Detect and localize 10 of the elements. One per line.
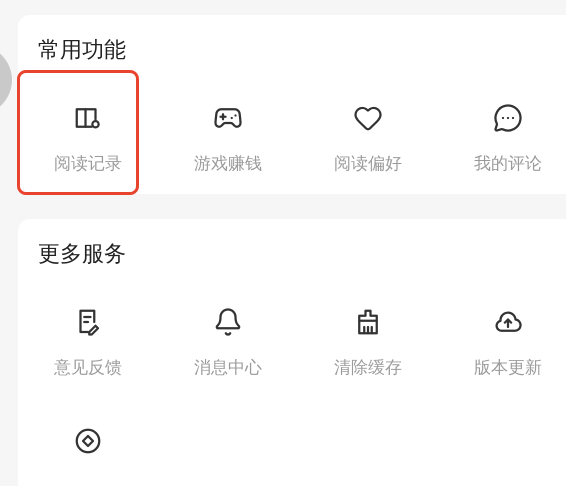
menu-item-label[interactable]: 游戏赚钱 [194,153,262,175]
menu-item-label[interactable]: 清除缓存 [334,357,402,379]
menu-item-label[interactable]: 阅读偏好 [334,153,402,175]
section-title: 常用功能 [38,37,127,65]
menu-item-label[interactable]: 阅读记录 [54,153,122,175]
section-title: 更多服务 [38,241,127,269]
menu-item-label[interactable]: 消息中心 [194,357,262,379]
menu-item-label[interactable]: 版本更新 [474,357,542,379]
menu-item-label[interactable]: 我的评论 [474,153,542,175]
menu-item-label[interactable]: 意见反馈 [54,357,122,379]
